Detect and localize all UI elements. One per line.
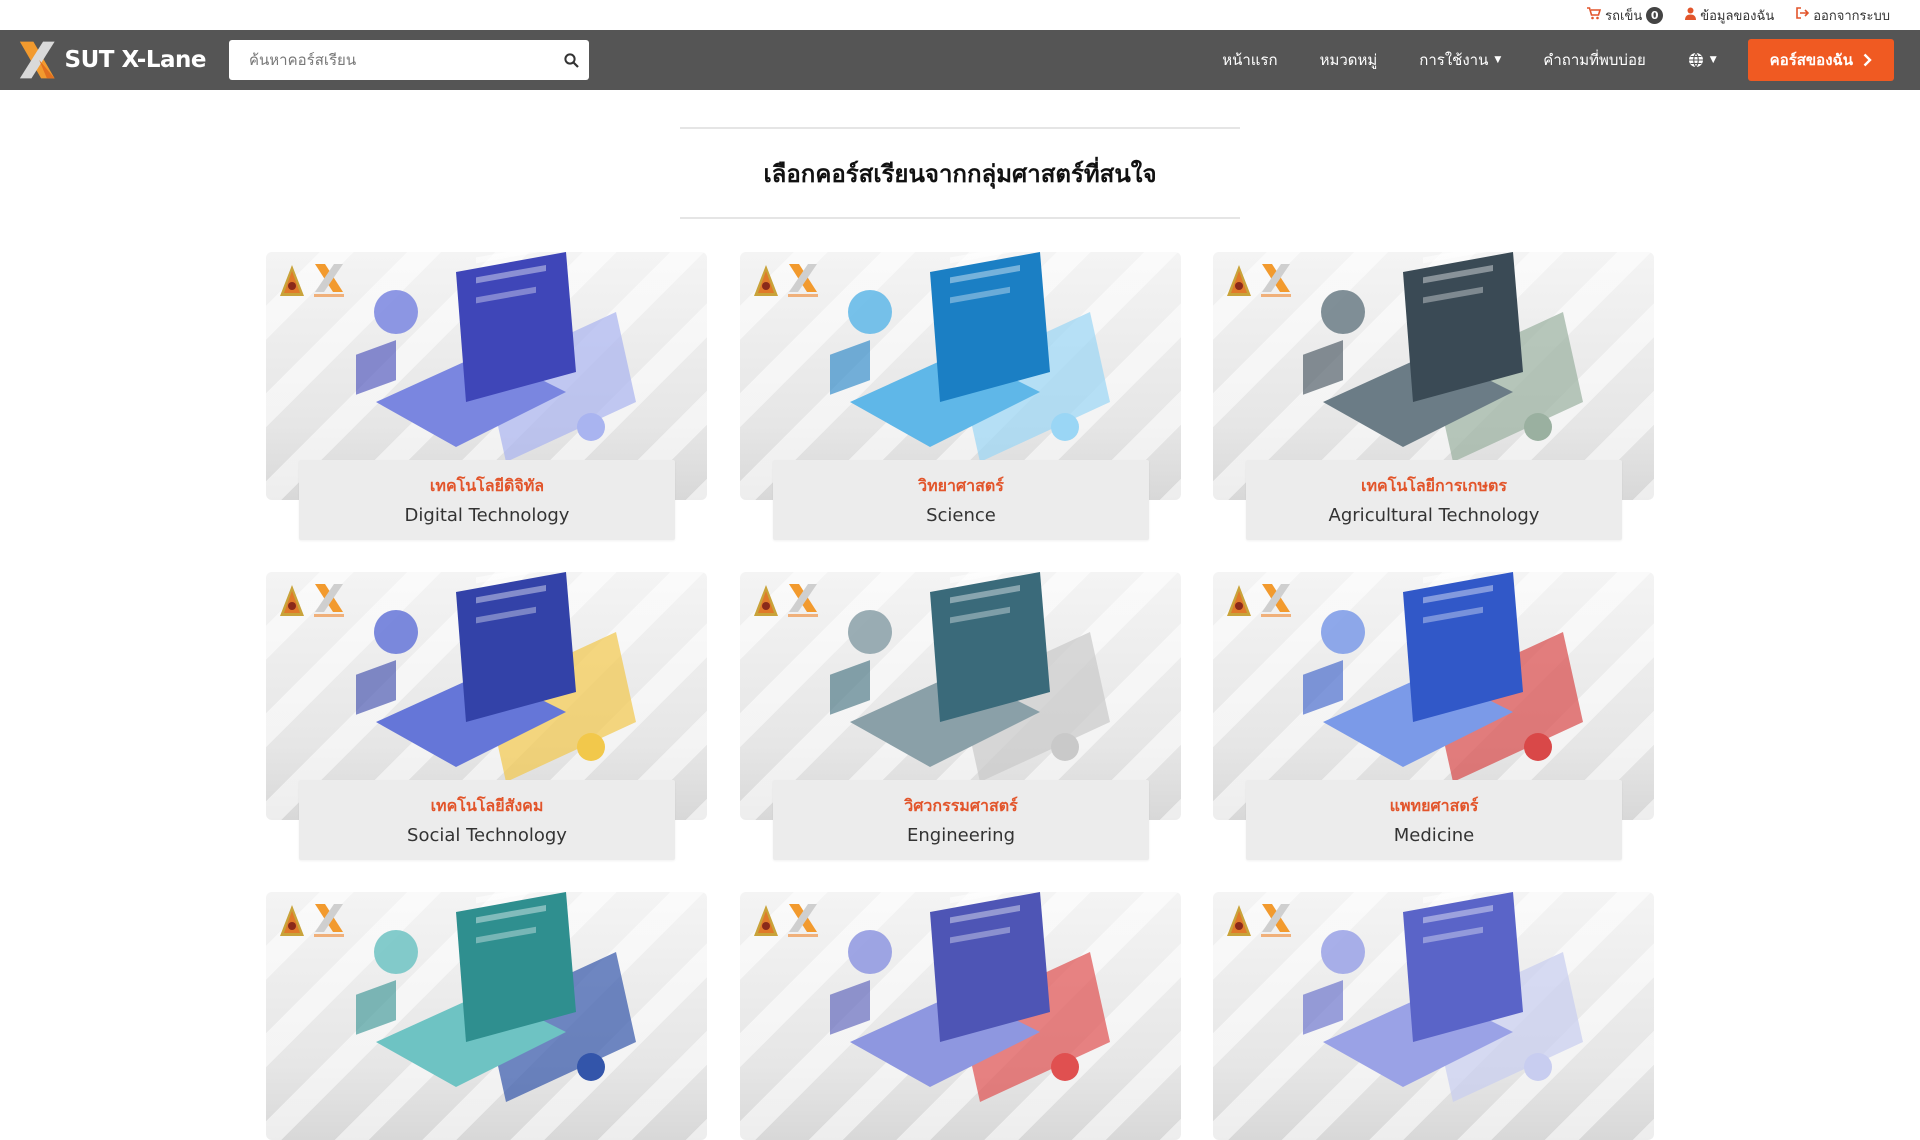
- university-emblem-icon: [754, 265, 778, 296]
- user-icon: [1685, 7, 1697, 24]
- nav-categories-label: หมวดหมู่: [1319, 51, 1378, 69]
- nursing-staff-illustration: [356, 892, 636, 1102]
- category-name-en: Agricultural Technology: [1328, 505, 1540, 526]
- category-name-th: เทคโนโลยีการเกษตร: [1361, 476, 1507, 495]
- university-emblem-icon: [280, 265, 304, 296]
- laptop-code-illustration: [356, 252, 636, 462]
- cart-icon: [1587, 6, 1602, 24]
- main-navbar: SUT X-Lane หน้าแรก หมวดหมู่ การใช้งาน ▼ …: [0, 30, 1920, 90]
- category-name-th: วิทยาศาสตร์: [918, 476, 1004, 495]
- profile-label: ข้อมูลของฉัน: [1700, 8, 1775, 24]
- chevron-right-icon: [1863, 53, 1872, 67]
- category-card[interactable]: [740, 892, 1181, 1140]
- language-dropdown[interactable]: ▼: [1667, 52, 1738, 68]
- category-label-box: แพทยศาสตร์ Medicine: [1246, 780, 1622, 860]
- brand-name: SUT X-Lane: [64, 47, 207, 73]
- category-name-en: Medicine: [1393, 825, 1475, 846]
- category-name-th: เทคโนโลยีดิจิทัล: [429, 476, 545, 495]
- agri-drone-illustration: [1303, 252, 1583, 462]
- category-name-en: Digital Technology: [404, 505, 570, 526]
- search-button[interactable]: [553, 40, 589, 80]
- my-courses-button[interactable]: คอร์สของฉัน: [1747, 39, 1894, 81]
- category-name-th: วิศวกรรมศาสตร์: [904, 796, 1018, 815]
- divider: [680, 217, 1240, 219]
- section-heading: เลือกคอร์สเรียนจากกลุ่มศาสตร์ที่สนใจ: [763, 159, 1157, 188]
- section-heading-block: เลือกคอร์สเรียนจากกลุ่มศาสตร์ที่สนใจ: [680, 127, 1240, 219]
- caret-down-icon: ▼: [1709, 55, 1717, 65]
- category-card[interactable]: วิทยาศาสตร์ Science: [740, 252, 1181, 540]
- search-icon: [563, 52, 579, 68]
- university-emblem-icon: [754, 585, 778, 616]
- category-name-en: Social Technology: [407, 825, 567, 846]
- logout-link[interactable]: ออกจากระบบ: [1796, 5, 1890, 26]
- university-emblem-icon: [280, 905, 304, 936]
- category-card[interactable]: [266, 892, 707, 1140]
- search-input[interactable]: [229, 40, 553, 80]
- category-image: [740, 892, 1181, 1140]
- university-emblem-icon: [754, 905, 778, 936]
- category-card[interactable]: เทคโนโลยีการเกษตร Agricultural Technolog…: [1213, 252, 1654, 540]
- social-media-illustration: [356, 572, 636, 782]
- category-label-box: เทคโนโลยีดิจิทัล Digital Technology: [299, 460, 675, 540]
- engineering-illustration: [830, 572, 1110, 782]
- sut-x-logo-icon: [19, 41, 55, 79]
- globe-icon: [1688, 52, 1703, 68]
- profile-link[interactable]: ข้อมูลของฉัน: [1685, 5, 1774, 26]
- category-image: [1213, 892, 1654, 1140]
- nav-usage-dropdown[interactable]: การใช้งาน ▼: [1398, 48, 1522, 72]
- caret-down-icon: ▼: [1494, 55, 1502, 65]
- nav-usage-label: การใช้งาน: [1419, 51, 1489, 69]
- category-card[interactable]: วิศวกรรมศาสตร์ Engineering: [740, 572, 1181, 860]
- category-card[interactable]: [1213, 892, 1654, 1140]
- category-label-box: เทคโนโลยีการเกษตร Agricultural Technolog…: [1246, 460, 1622, 540]
- university-emblem-icon: [1227, 265, 1251, 296]
- nav-links: หน้าแรก หมวดหมู่ การใช้งาน ▼ คำถามที่พบบ…: [1201, 30, 1894, 90]
- logout-label: ออกจากระบบ: [1813, 8, 1890, 24]
- cart-label: รถเข็น: [1605, 8, 1643, 24]
- category-card[interactable]: เทคโนโลยีสังคม Social Technology: [266, 572, 707, 860]
- science-lab-illustration: [830, 252, 1110, 462]
- category-label-box: วิทยาศาสตร์ Science: [773, 460, 1149, 540]
- public-health-illustration: [1303, 892, 1583, 1102]
- university-emblem-icon: [280, 585, 304, 616]
- university-emblem-icon: [1227, 905, 1251, 936]
- utility-bar: รถเข็น 0 ข้อมูลของฉัน ออกจากระบบ: [0, 0, 1920, 30]
- category-card[interactable]: แพทยศาสตร์ Medicine: [1213, 572, 1654, 860]
- university-emblem-icon: [1227, 585, 1251, 616]
- nav-categories[interactable]: หมวดหมู่: [1299, 48, 1399, 72]
- nav-faq-label: คำถามที่พบบ่อย: [1543, 51, 1646, 69]
- logout-icon: [1796, 7, 1810, 23]
- cart-link[interactable]: รถเข็น 0: [1587, 5, 1664, 26]
- category-name-th: แพทยศาสตร์: [1389, 796, 1479, 815]
- category-name-th: เทคโนโลยีสังคม: [430, 796, 544, 815]
- my-courses-label: คอร์สของฉัน: [1769, 51, 1853, 69]
- medicine-illustration: [1303, 572, 1583, 782]
- category-name-en: Engineering: [907, 825, 1015, 846]
- course-search: [229, 40, 589, 80]
- brand-home-link[interactable]: SUT X-Lane: [16, 38, 206, 82]
- nav-home-label: หน้าแรก: [1222, 51, 1278, 69]
- category-image: [266, 892, 707, 1140]
- category-label-box: เทคโนโลยีสังคม Social Technology: [299, 780, 675, 860]
- category-card[interactable]: เทคโนโลยีดิจิทัล Digital Technology: [266, 252, 707, 540]
- cart-count-badge: 0: [1646, 6, 1664, 24]
- nav-home[interactable]: หน้าแรก: [1201, 48, 1298, 72]
- nav-faq[interactable]: คำถามที่พบบ่อย: [1522, 48, 1666, 72]
- category-label-box: วิศวกรรมศาสตร์ Engineering: [773, 780, 1149, 860]
- category-name-en: Science: [926, 505, 996, 526]
- dentistry-illustration: [830, 892, 1110, 1102]
